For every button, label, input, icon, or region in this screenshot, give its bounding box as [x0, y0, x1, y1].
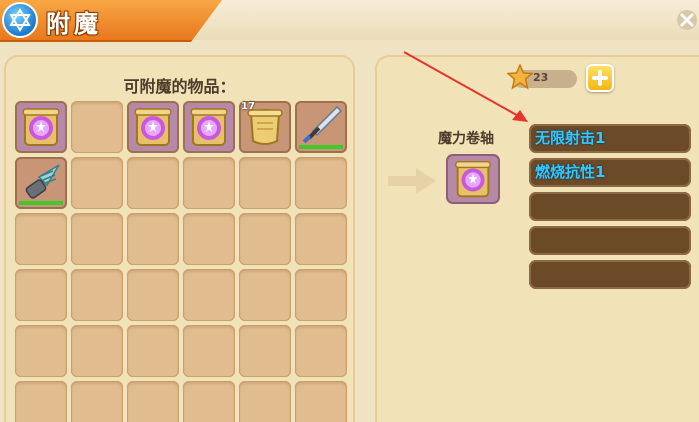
inventory-slot-filled[interactable]: [15, 157, 67, 209]
inventory-slot-filled[interactable]: [15, 101, 67, 153]
inventory-slot-empty[interactable]: [295, 157, 347, 209]
stack-count: 17: [241, 101, 255, 112]
inventory-slot-empty[interactable]: [239, 381, 291, 422]
inventory-slot-empty[interactable]: [127, 381, 179, 422]
inventory-slot-empty[interactable]: [15, 269, 67, 321]
close-icon[interactable]: [675, 6, 699, 34]
inventory-slot-filled[interactable]: [127, 101, 179, 153]
inventory-slot-empty[interactable]: [239, 213, 291, 265]
inventory-slot-empty[interactable]: [183, 381, 235, 422]
enchant-option[interactable]: [529, 226, 691, 255]
inventory-slot-empty[interactable]: [183, 269, 235, 321]
inventory-slot-empty[interactable]: [295, 381, 347, 422]
inventory-slot-empty[interactable]: [71, 213, 123, 265]
inventory-slot-empty[interactable]: [71, 101, 123, 153]
inventory-slot-empty[interactable]: [127, 325, 179, 377]
inventory-slot-filled[interactable]: [295, 101, 347, 153]
inventory-slot-empty[interactable]: [127, 269, 179, 321]
inventory-slot-empty[interactable]: [239, 157, 291, 209]
add-stars-button[interactable]: [586, 64, 614, 92]
magic-scroll-icon: [454, 160, 492, 198]
inventory-slot-empty[interactable]: [71, 269, 123, 321]
inventory-slot-empty[interactable]: [295, 213, 347, 265]
inventory-slot-empty[interactable]: [127, 157, 179, 209]
inventory-slot-empty[interactable]: [71, 325, 123, 377]
annotation-arrow: [403, 51, 528, 122]
durability-bar: [299, 145, 343, 149]
arrow-right-icon: [388, 168, 436, 194]
durability-bar: [19, 201, 63, 205]
inventory-slot-empty[interactable]: [295, 325, 347, 377]
enchant-options-list: 无限射击1 燃烧抗性1: [529, 124, 691, 294]
hexagram-star-icon: [2, 2, 38, 38]
plus-icon: [592, 70, 608, 86]
inventory-slot-empty[interactable]: [183, 213, 235, 265]
inventory-title: 可附魔的物品：: [123, 77, 236, 96]
inventory-slot-empty[interactable]: [239, 269, 291, 321]
inventory-slot-empty[interactable]: [295, 269, 347, 321]
inventory-slot-empty[interactable]: [183, 325, 235, 377]
inventory-slot-empty[interactable]: [127, 213, 179, 265]
inventory-slot-empty[interactable]: [71, 381, 123, 422]
inventory-slot-empty[interactable]: [15, 213, 67, 265]
selected-item-label: 魔力卷轴: [438, 131, 494, 147]
inventory-slot-empty[interactable]: [71, 157, 123, 209]
enchant-option[interactable]: 无限射击1: [529, 124, 691, 153]
inventory-panel: 可附魔的物品： 17: [4, 55, 355, 422]
inventory-slot-filled[interactable]: [183, 101, 235, 153]
enchant-option[interactable]: 燃烧抗性1: [529, 158, 691, 187]
inventory-slot-filled[interactable]: 17: [239, 101, 291, 153]
inventory-slot-empty[interactable]: [183, 157, 235, 209]
enchant-option[interactable]: [529, 260, 691, 289]
enchant-option[interactable]: [529, 192, 691, 221]
inventory-slot-empty[interactable]: [15, 325, 67, 377]
inventory-grid: 17: [15, 101, 347, 422]
selected-item-slot[interactable]: [446, 154, 500, 204]
inventory-slot-empty[interactable]: [239, 325, 291, 377]
page-title: 附魔: [46, 10, 102, 38]
inventory-slot-empty[interactable]: [15, 381, 67, 422]
